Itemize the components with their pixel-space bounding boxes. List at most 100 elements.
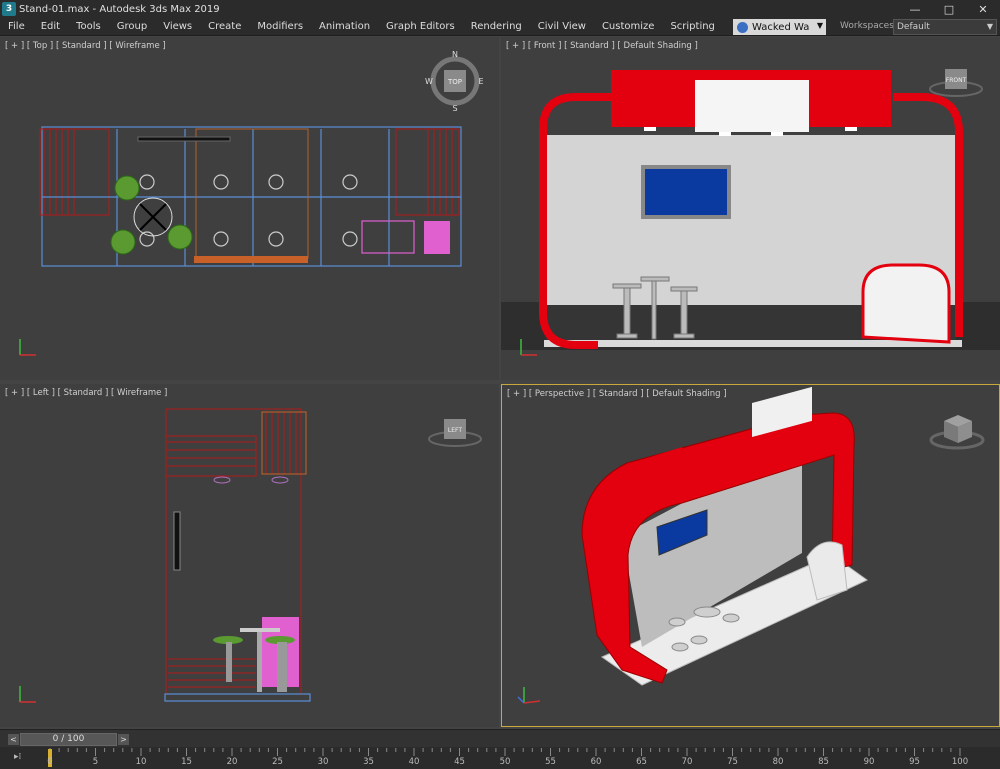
track-tick-label: 80 bbox=[772, 757, 784, 767]
viewcube-front[interactable]: FRONT bbox=[929, 69, 983, 97]
track-tick-label: 15 bbox=[181, 757, 192, 767]
track-tick-label: 20 bbox=[226, 757, 238, 767]
compass-north-label: N bbox=[452, 50, 458, 59]
axis-gizmo-top bbox=[19, 339, 36, 356]
window-controls: — □ ✕ bbox=[898, 0, 1000, 18]
left-view-scene: LEFT bbox=[19, 408, 482, 703]
maximize-button[interactable]: □ bbox=[932, 0, 966, 18]
floor-platform bbox=[544, 340, 962, 347]
side-floor-hatch bbox=[168, 658, 256, 688]
track-tick-label: 95 bbox=[909, 757, 920, 767]
workspace-select[interactable]: Default ▼ bbox=[893, 19, 997, 35]
bench-top bbox=[194, 256, 308, 263]
track-tick-label: 45 bbox=[454, 757, 465, 767]
desk-wire bbox=[361, 220, 415, 254]
prev-frame-button[interactable]: < bbox=[8, 734, 19, 745]
time-slider[interactable]: 0 / 100 bbox=[20, 733, 117, 746]
track-tick-label: 60 bbox=[590, 757, 602, 767]
menu-file[interactable]: File bbox=[0, 21, 33, 32]
viewcube-face-label: LEFT bbox=[448, 427, 462, 434]
track-tick-label: 50 bbox=[499, 757, 511, 767]
left-wall-hatch bbox=[43, 129, 75, 215]
compass-west-label: W bbox=[425, 77, 433, 86]
track-tick-label: 70 bbox=[681, 757, 693, 767]
track-tick-label: 10 bbox=[135, 757, 147, 767]
viewport-label-front[interactable]: [ + ] [ Front ] [ Standard ] [ Default S… bbox=[506, 41, 698, 51]
screen-side bbox=[173, 511, 181, 571]
close-button[interactable]: ✕ bbox=[966, 0, 1000, 18]
viewcube-left[interactable]: LEFT bbox=[428, 419, 482, 447]
track-tick-label: 100 bbox=[951, 757, 969, 767]
menu-modifiers[interactable]: Modifiers bbox=[249, 21, 311, 32]
time-slider-bar: < 0 / 100 > bbox=[0, 729, 1000, 747]
viewport-left[interactable]: [ + ] [ Left ] [ Standard ] [ Wireframe … bbox=[0, 384, 499, 727]
user-name: Wacked Wa bbox=[752, 21, 810, 33]
track-bar[interactable]: ▸⁞ 0 5 10 15 20 25 30 35 40 45 50 55 60 65 70 75 80 85 90 9… bbox=[0, 747, 1000, 769]
plant-2 bbox=[110, 229, 136, 255]
next-frame-button[interactable]: > bbox=[118, 734, 129, 745]
top-view-scene: TOP N S E W bbox=[19, 50, 484, 356]
axis-gizmo-perspective bbox=[517, 687, 541, 704]
perspective-view-scene bbox=[517, 386, 985, 704]
menu-civil-view[interactable]: Civil View bbox=[530, 21, 594, 32]
workspaces-label: Workspaces: bbox=[840, 21, 897, 31]
side-lights bbox=[213, 476, 289, 484]
track-tick-label: 90 bbox=[863, 757, 875, 767]
track-tick-label: 5 bbox=[92, 757, 99, 767]
viewport-label-perspective[interactable]: [ + ] [ Perspective ] [ Standard ] [ Def… bbox=[507, 389, 727, 399]
tv-screen bbox=[645, 169, 727, 215]
menu-bar: File Edit Tools Group Views Create Modif… bbox=[0, 18, 1000, 36]
user-icon bbox=[737, 21, 748, 33]
menu-create[interactable]: Create bbox=[200, 21, 249, 32]
side-stools bbox=[213, 628, 295, 692]
track-tick-label: 40 bbox=[408, 757, 420, 767]
menu-scripting[interactable]: Scripting bbox=[662, 21, 722, 32]
front-view-scene: FRONT bbox=[501, 69, 1000, 356]
workspace-value: Default bbox=[897, 22, 930, 32]
3ds-max-logo-icon[interactable]: 3 bbox=[2, 2, 16, 16]
track-tick-label: 75 bbox=[727, 757, 738, 767]
compass-south-label: S bbox=[452, 104, 457, 113]
axis-gizmo-left bbox=[19, 686, 36, 703]
floor-side bbox=[164, 693, 311, 702]
window-title: Stand-01.max - Autodesk 3ds Max 2019 bbox=[19, 3, 220, 15]
side-header-hatch bbox=[166, 412, 297, 474]
track-tick-label: 25 bbox=[272, 757, 283, 767]
viewport-label-left[interactable]: [ + ] [ Left ] [ Standard ] [ Wireframe … bbox=[5, 388, 167, 398]
viewport-perspective[interactable]: [ + ] [ Perspective ] [ Standard ] [ Def… bbox=[501, 384, 1000, 727]
viewport-label-top[interactable]: [ + ] [ Top ] [ Standard ] [ Wireframe ] bbox=[5, 41, 166, 51]
compass-east-label: E bbox=[478, 77, 483, 86]
desk-block bbox=[424, 221, 450, 254]
chevron-down-icon: ▼ bbox=[816, 21, 823, 30]
plant-3 bbox=[167, 224, 193, 250]
menu-animation[interactable]: Animation bbox=[311, 21, 378, 32]
plant-1 bbox=[114, 175, 140, 201]
minimize-button[interactable]: — bbox=[898, 0, 932, 18]
header-sign bbox=[695, 80, 809, 132]
track-tick-label: 65 bbox=[636, 757, 647, 767]
track-tick-label: 35 bbox=[363, 757, 374, 767]
right-wall-hatch bbox=[427, 129, 453, 215]
track-tick-label: 0 bbox=[47, 757, 53, 767]
viewcube-face-label: TOP bbox=[447, 78, 462, 86]
user-account-dropdown[interactable]: Wacked Wa ▼ bbox=[733, 19, 826, 35]
viewport-top[interactable]: [ + ] [ Top ] [ Standard ] [ Wireframe ] bbox=[0, 37, 499, 380]
menu-graph-editors[interactable]: Graph Editors bbox=[378, 21, 463, 32]
track-tick-label: 55 bbox=[545, 757, 556, 767]
menu-views[interactable]: Views bbox=[155, 21, 200, 32]
title-bar: 3 Stand-01.max - Autodesk 3ds Max 2019 —… bbox=[0, 0, 1000, 18]
reception-desk bbox=[861, 263, 951, 344]
track-tick-label: 30 bbox=[317, 757, 329, 767]
viewcube-face-label: FRONT bbox=[946, 77, 967, 84]
menu-group[interactable]: Group bbox=[109, 21, 155, 32]
menu-edit[interactable]: Edit bbox=[33, 21, 68, 32]
track-tick-label: 85 bbox=[818, 757, 829, 767]
viewcube-perspective[interactable] bbox=[929, 415, 985, 450]
floor-grid-wire bbox=[42, 129, 461, 266]
menu-rendering[interactable]: Rendering bbox=[463, 21, 530, 32]
viewcube-top[interactable]: TOP N S E W bbox=[425, 50, 483, 113]
screen-top bbox=[137, 136, 231, 142]
viewport-front[interactable]: [ + ] [ Front ] [ Standard ] [ Default S… bbox=[501, 37, 1000, 380]
menu-tools[interactable]: Tools bbox=[68, 21, 109, 32]
menu-customize[interactable]: Customize bbox=[594, 21, 663, 32]
